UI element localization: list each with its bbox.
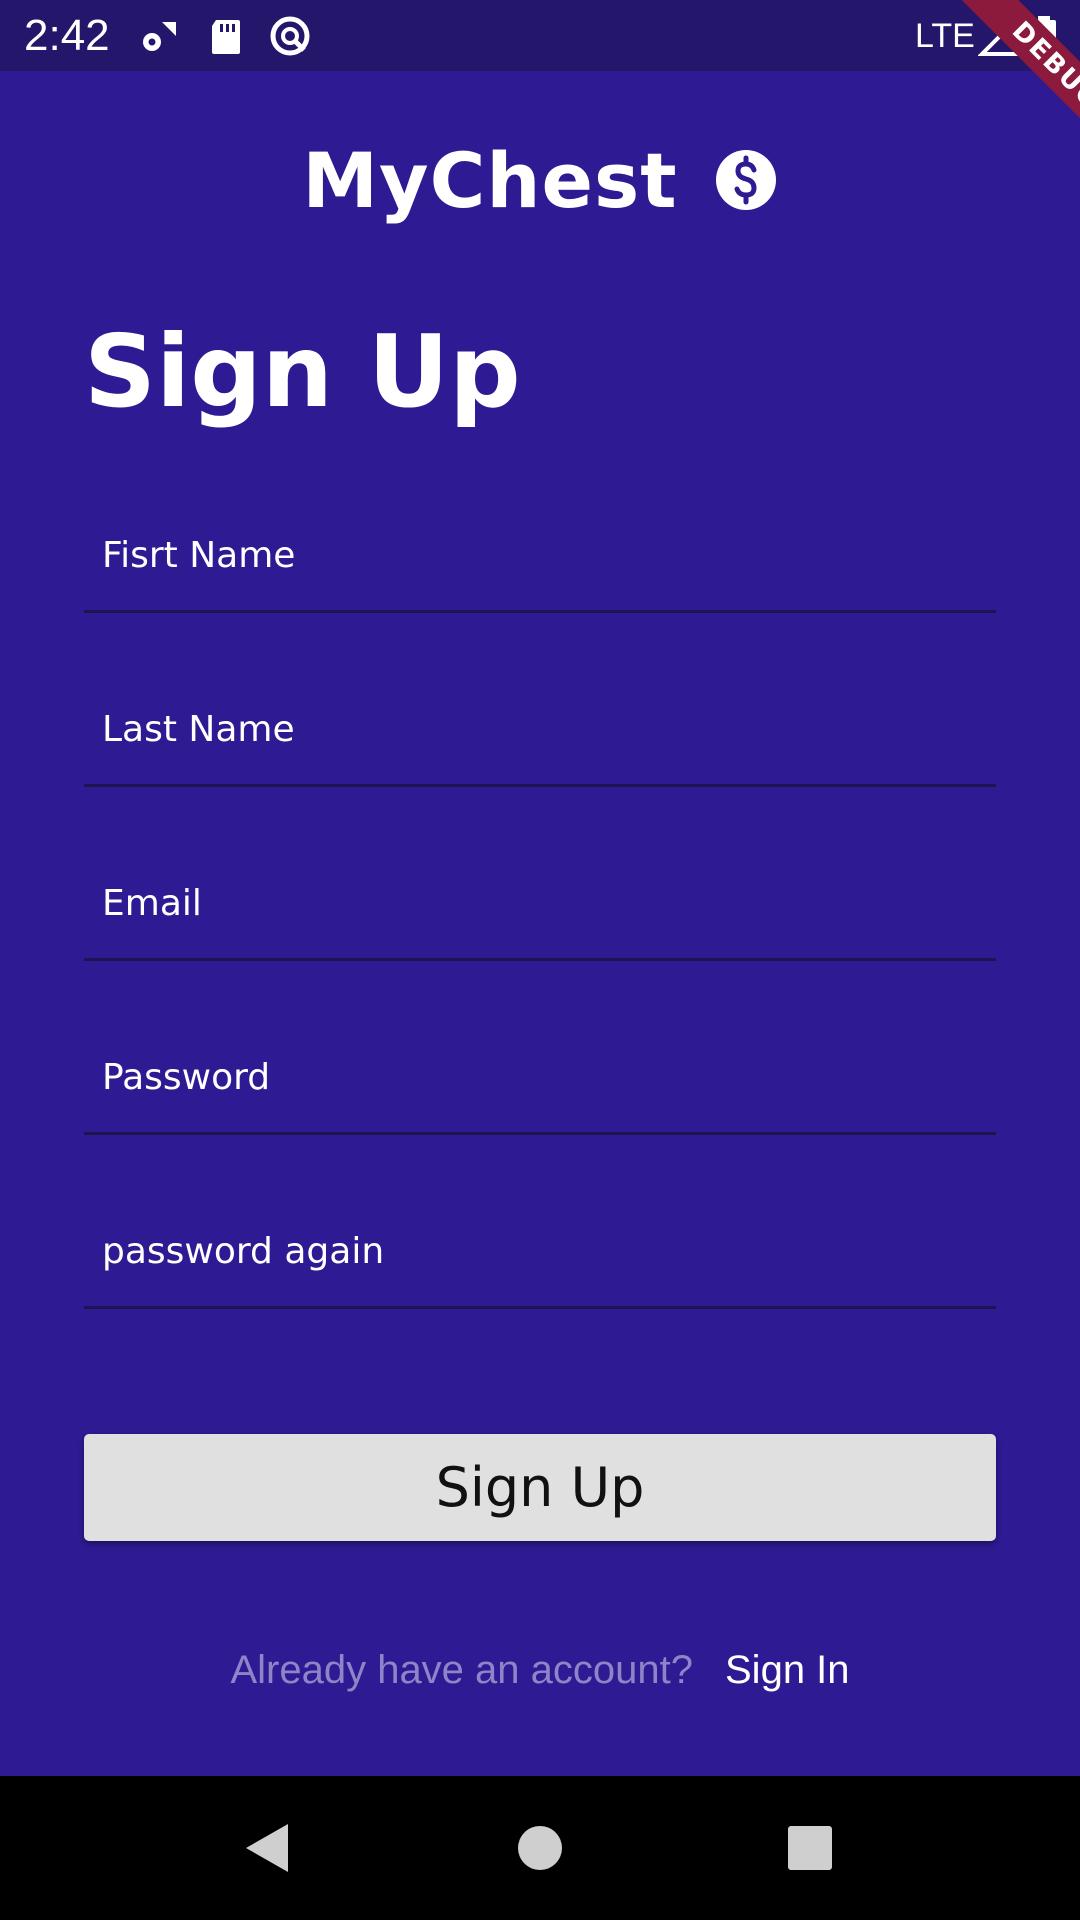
first-name-field: [84, 500, 996, 613]
battery-icon: [1032, 16, 1056, 56]
back-icon[interactable]: [230, 1812, 302, 1884]
last-name-field: [84, 674, 996, 787]
password-again-input[interactable]: [84, 1196, 996, 1306]
sign-in-prompt: Already have an account?: [230, 1647, 693, 1692]
last-name-input[interactable]: [84, 674, 996, 784]
password-input[interactable]: [84, 1022, 996, 1132]
password-field: [84, 1022, 996, 1135]
data-saver-icon: [270, 16, 310, 56]
sd-card-icon: [212, 20, 240, 54]
password-again-field: [84, 1196, 996, 1309]
home-icon[interactable]: [504, 1812, 576, 1884]
settings-icon: [143, 22, 176, 51]
email-field: [84, 848, 996, 961]
status-bar: 2:42 LTE: [0, 0, 1080, 71]
app-title: MyChest: [302, 135, 678, 225]
sign-up-button[interactable]: Sign Up: [84, 1434, 996, 1541]
sign-in-row: Already have an account? Sign In: [0, 1640, 1080, 1700]
sign-in-link[interactable]: Sign In: [725, 1648, 850, 1693]
app-header: MyChest: [0, 130, 1080, 230]
email-input[interactable]: [84, 848, 996, 958]
recents-icon[interactable]: [774, 1812, 846, 1884]
sign-up-screen: 2:42 LTE DEBUG MyChest Sign Up Fisrt Nam…: [0, 0, 1080, 1920]
signal-icon: [978, 14, 1020, 56]
status-time: 2:42: [24, 11, 110, 60]
first-name-input[interactable]: [84, 500, 996, 610]
page-title: Sign Up: [84, 313, 521, 430]
dollar-circle-icon: [715, 150, 776, 210]
network-type: LTE: [915, 17, 975, 55]
navigation-bar: [0, 1776, 1080, 1920]
